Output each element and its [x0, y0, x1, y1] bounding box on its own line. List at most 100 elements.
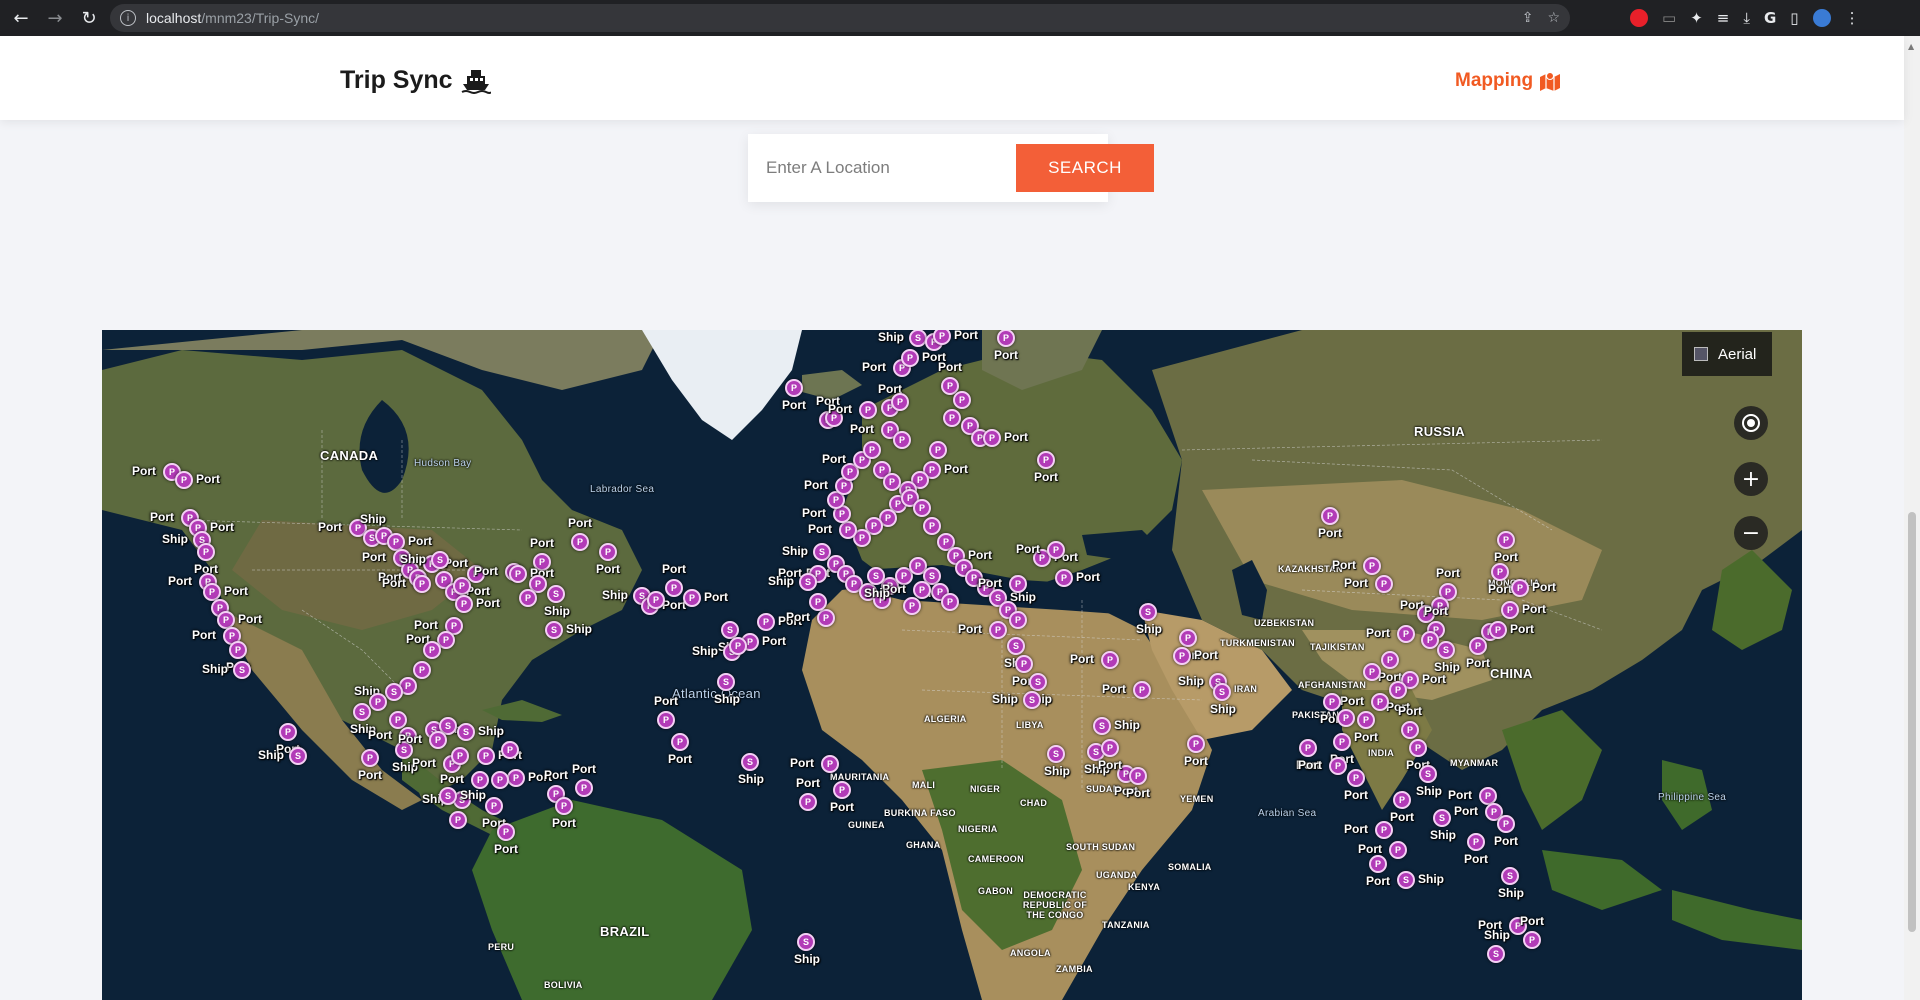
forward-icon[interactable]: →: [42, 5, 68, 31]
scroll-up-icon[interactable]: ▲: [1908, 42, 1914, 51]
port-marker[interactable]: P: [891, 393, 909, 411]
ship-marker[interactable]: S: [233, 661, 251, 679]
port-marker[interactable]: P: [1299, 739, 1317, 757]
port-marker[interactable]: P: [757, 613, 775, 631]
port-marker[interactable]: P: [1375, 821, 1393, 839]
port-marker[interactable]: P: [1381, 651, 1399, 669]
port-marker[interactable]: P: [833, 781, 851, 799]
port-marker[interactable]: P: [1389, 681, 1407, 699]
ship-marker[interactable]: S: [799, 573, 817, 591]
ship-marker[interactable]: S: [1397, 871, 1415, 889]
port-marker[interactable]: P: [197, 543, 215, 561]
port-marker[interactable]: P: [1369, 855, 1387, 873]
port-marker[interactable]: P: [1347, 769, 1365, 787]
map-view[interactable]: CANADA Hudson Bay Labrador Sea RUSSIA KA…: [102, 330, 1802, 1000]
port-marker[interactable]: P: [413, 575, 431, 593]
port-marker[interactable]: P: [361, 749, 379, 767]
download-icon[interactable]: ⤓: [1743, 9, 1750, 27]
port-marker[interactable]: P: [507, 769, 525, 787]
port-marker[interactable]: P: [1187, 735, 1205, 753]
port-marker[interactable]: P: [1133, 681, 1151, 699]
port-marker[interactable]: P: [1009, 611, 1027, 629]
port-marker[interactable]: P: [1523, 931, 1541, 949]
google-icon[interactable]: G: [1764, 9, 1776, 27]
port-marker[interactable]: P: [953, 391, 971, 409]
port-marker[interactable]: P: [1497, 531, 1515, 549]
port-marker[interactable]: P: [683, 589, 701, 607]
port-marker[interactable]: P: [1055, 569, 1073, 587]
extension-cast-icon[interactable]: ▭: [1662, 9, 1676, 27]
ship-marker[interactable]: S: [717, 673, 735, 691]
ship-marker[interactable]: S: [1093, 717, 1111, 735]
port-marker[interactable]: P: [671, 733, 689, 751]
port-marker[interactable]: P: [509, 565, 527, 583]
port-marker[interactable]: P: [1357, 711, 1375, 729]
ship-marker[interactable]: S: [1047, 745, 1065, 763]
port-marker[interactable]: P: [1037, 451, 1055, 469]
port-marker[interactable]: P: [665, 579, 683, 597]
port-marker[interactable]: P: [989, 621, 1007, 639]
port-marker[interactable]: P: [485, 797, 503, 815]
port-marker[interactable]: P: [429, 731, 447, 749]
port-marker[interactable]: P: [1015, 655, 1033, 673]
port-marker[interactable]: P: [839, 521, 857, 539]
port-marker[interactable]: P: [1363, 663, 1381, 681]
port-marker[interactable]: P: [1371, 693, 1389, 711]
profile-avatar[interactable]: [1812, 9, 1831, 27]
port-marker[interactable]: P: [1337, 709, 1355, 727]
media-queue-icon[interactable]: ≡: [1717, 9, 1730, 27]
port-marker[interactable]: P: [647, 591, 665, 609]
port-marker[interactable]: P: [1375, 575, 1393, 593]
port-marker[interactable]: P: [1363, 557, 1381, 575]
port-marker[interactable]: P: [519, 589, 537, 607]
port-marker[interactable]: P: [983, 429, 1001, 447]
ship-marker[interactable]: S: [1029, 673, 1047, 691]
nav-mapping-link[interactable]: Mapping: [1455, 70, 1561, 92]
address-bar[interactable]: i localhost/mnm23/Trip-Sync/ ⇪ ☆: [110, 4, 1570, 32]
port-marker[interactable]: P: [1179, 629, 1197, 647]
port-marker[interactable]: P: [413, 661, 431, 679]
port-marker[interactable]: P: [369, 693, 387, 711]
search-button[interactable]: SEARCH: [1016, 144, 1154, 192]
port-marker[interactable]: P: [1469, 637, 1487, 655]
port-marker[interactable]: P: [471, 771, 489, 789]
port-marker[interactable]: P: [599, 543, 617, 561]
port-marker[interactable]: P: [893, 431, 911, 449]
port-marker[interactable]: P: [1501, 601, 1519, 619]
port-marker[interactable]: P: [859, 401, 877, 419]
port-marker[interactable]: P: [913, 581, 931, 599]
ship-marker[interactable]: S: [1487, 945, 1505, 963]
ship-marker[interactable]: S: [1501, 867, 1519, 885]
port-marker[interactable]: P: [389, 711, 407, 729]
port-marker[interactable]: P: [1489, 621, 1507, 639]
port-marker[interactable]: P: [279, 723, 297, 741]
ship-marker[interactable]: S: [1419, 765, 1437, 783]
ship-marker[interactable]: S: [431, 551, 449, 569]
port-marker[interactable]: P: [821, 755, 839, 773]
port-marker[interactable]: P: [449, 811, 467, 829]
port-marker[interactable]: P: [1389, 841, 1407, 859]
port-marker[interactable]: P: [1497, 815, 1515, 833]
port-marker[interactable]: P: [1421, 631, 1439, 649]
port-marker[interactable]: P: [1467, 833, 1485, 851]
port-marker[interactable]: P: [863, 441, 881, 459]
port-marker[interactable]: P: [1393, 791, 1411, 809]
port-marker[interactable]: P: [1329, 757, 1347, 775]
ship-marker[interactable]: S: [385, 683, 403, 701]
port-marker[interactable]: P: [943, 409, 961, 427]
port-marker[interactable]: P: [1491, 563, 1509, 581]
scrollbar-thumb[interactable]: [1908, 512, 1916, 932]
port-marker[interactable]: P: [1409, 739, 1427, 757]
port-marker[interactable]: P: [1333, 733, 1351, 751]
port-marker[interactable]: P: [1321, 507, 1339, 525]
ship-marker[interactable]: S: [1023, 691, 1041, 709]
port-marker[interactable]: P: [923, 517, 941, 535]
ship-marker[interactable]: S: [439, 787, 457, 805]
port-marker[interactable]: P: [555, 797, 573, 815]
locate-me-button[interactable]: [1734, 406, 1768, 440]
port-marker[interactable]: P: [477, 747, 495, 765]
ship-marker[interactable]: S: [1433, 809, 1451, 827]
site-info-icon[interactable]: i: [120, 10, 136, 26]
ship-marker[interactable]: S: [545, 621, 563, 639]
port-marker[interactable]: P: [903, 597, 921, 615]
